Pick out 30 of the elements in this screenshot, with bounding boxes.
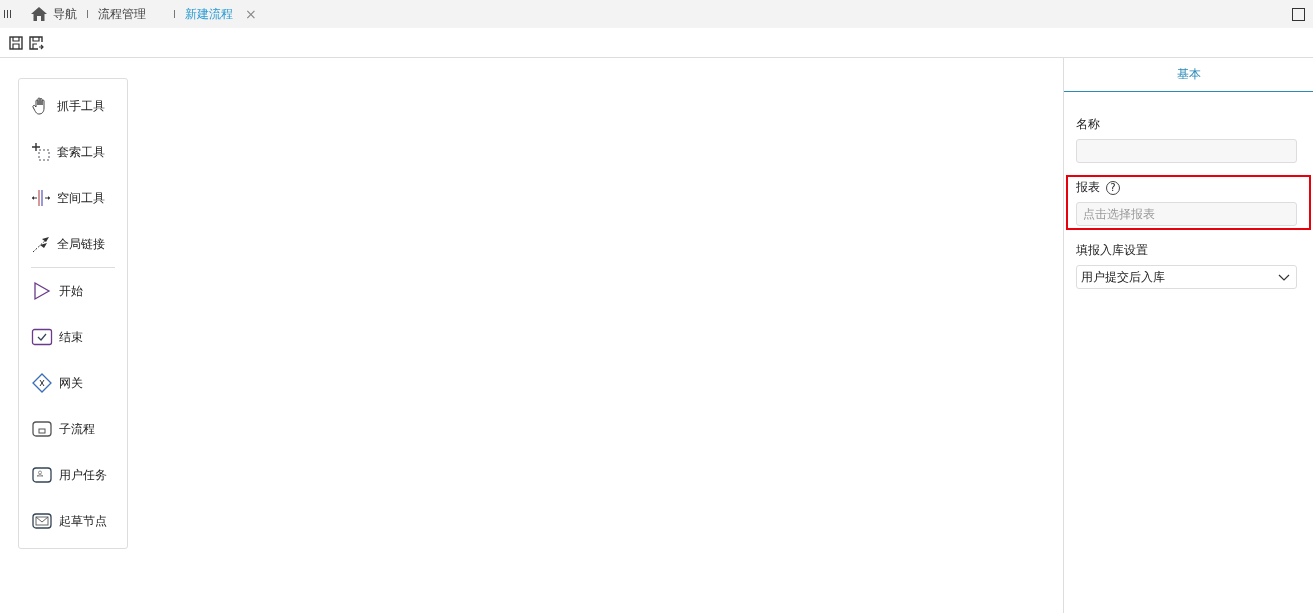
tab[interactable]: 导航	[23, 5, 85, 23]
lasso-icon	[31, 142, 51, 162]
save-as-icon[interactable]	[29, 35, 44, 50]
element-item[interactable]: 结束	[19, 314, 127, 360]
field-label: 名称	[1076, 116, 1100, 133]
element-item[interactable]: 子流程	[19, 406, 127, 452]
maximize-icon[interactable]	[1292, 7, 1305, 21]
select-field[interactable]: 用户提交后入库	[1076, 265, 1297, 289]
tool-item[interactable]: 全局链接	[19, 221, 127, 267]
element-item[interactable]: 网关	[19, 360, 127, 406]
element-item[interactable]: 起草节点	[19, 498, 127, 544]
tab[interactable]: 流程管理	[90, 5, 154, 23]
grip-icon[interactable]	[4, 10, 11, 18]
link-icon	[31, 234, 51, 254]
field-label: 填报入库设置	[1076, 242, 1148, 259]
panel-tab[interactable]: 基本	[1064, 58, 1313, 91]
save-icon[interactable]	[9, 35, 23, 50]
gateway-icon	[31, 373, 53, 393]
subprocess-icon	[31, 419, 53, 439]
field-label: 报表	[1076, 179, 1100, 196]
tool-item[interactable]: 空间工具	[19, 175, 127, 221]
chevron-down-icon	[1278, 273, 1290, 281]
input-field[interactable]	[1076, 139, 1297, 163]
element-item[interactable]: 用户任务	[19, 452, 127, 498]
element-item[interactable]: 开始	[19, 268, 127, 314]
usertask-icon	[31, 465, 53, 485]
tool-item[interactable]: 抓手工具	[19, 83, 127, 129]
end-icon	[31, 327, 53, 347]
tool-item[interactable]: 套索工具	[19, 129, 127, 175]
home-icon	[31, 7, 47, 21]
